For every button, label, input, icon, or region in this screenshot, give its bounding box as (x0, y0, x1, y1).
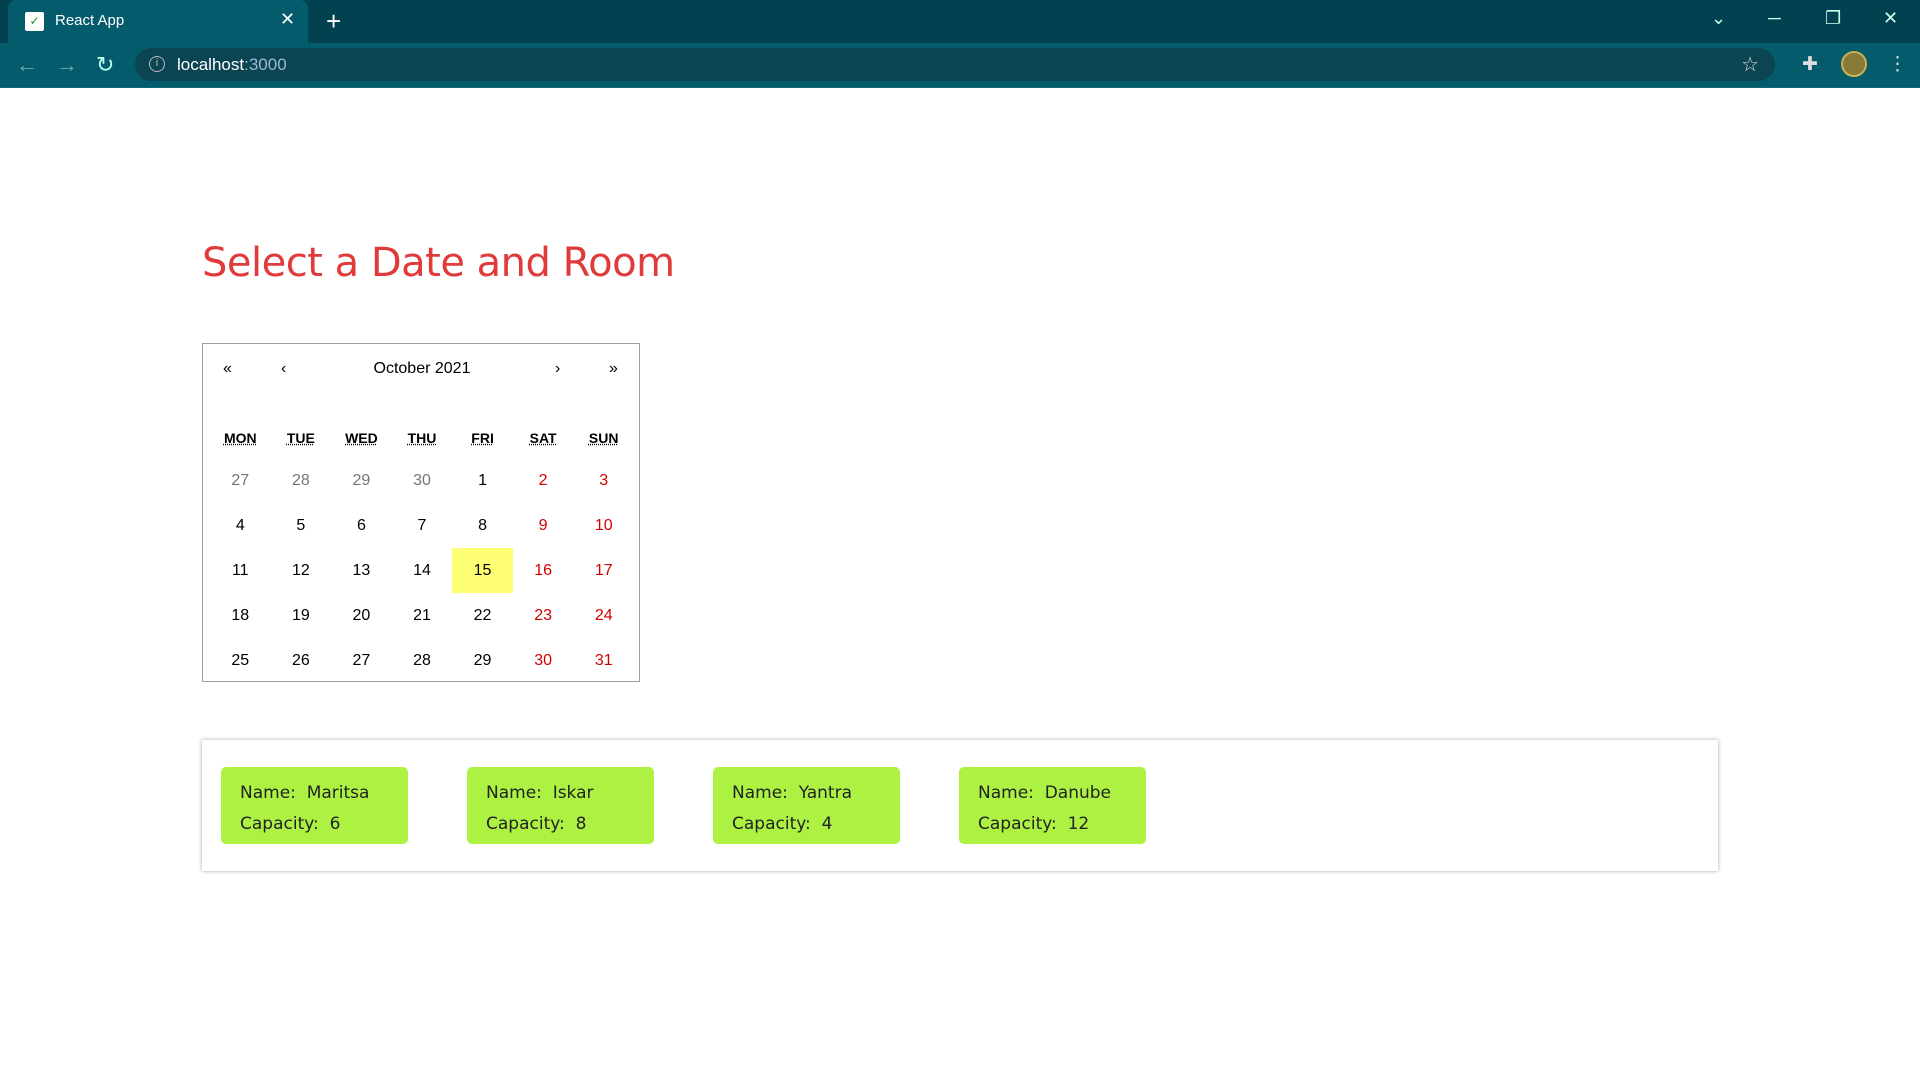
weekday-header: THU (392, 418, 453, 458)
extensions-puzzle-icon[interactable]: ✚ (1802, 53, 1818, 76)
day-tile[interactable]: 5 (271, 503, 332, 548)
room-capacity: Capacity: 6 (240, 814, 341, 834)
day-tile[interactable]: 27 (210, 458, 271, 503)
day-tile[interactable]: 18 (210, 593, 271, 638)
next-month-button[interactable]: › (555, 360, 560, 378)
back-icon[interactable]: ← (16, 52, 38, 78)
day-tile[interactable]: 29 (331, 458, 392, 503)
new-tab-icon[interactable]: + (326, 6, 341, 37)
day-tile[interactable]: 25 (210, 638, 271, 683)
weekday-header: SAT (513, 418, 574, 458)
day-tile[interactable]: 16 (513, 548, 574, 593)
forward-icon[interactable]: → (56, 52, 78, 78)
day-tile[interactable]: 31 (573, 638, 634, 683)
day-tile[interactable]: 24 (573, 593, 634, 638)
tab-strip: ✓ React App ✕ + ⌄ ─ ❐ ✕ (0, 0, 1920, 43)
day-tile[interactable]: 12 (271, 548, 332, 593)
restore-icon[interactable]: ❐ (1825, 8, 1841, 29)
day-tile[interactable]: 6 (331, 503, 392, 548)
day-tile[interactable]: 22 (452, 593, 513, 638)
profile-avatar[interactable] (1841, 51, 1867, 77)
room-card[interactable]: Name: Yantra Capacity: 4 (713, 767, 900, 844)
weekday-label: SUN (588, 430, 619, 446)
day-tile[interactable]: 26 (271, 638, 332, 683)
weekday-label: WED (345, 430, 378, 446)
day-tile[interactable]: 14 (392, 548, 453, 593)
calendar-grid: MON TUE WED THU FRI SAT SUN 27 28 29 30 1 2 3 4 5 6 7 8 9 10… (210, 418, 634, 683)
calendar: « ‹ October 2021 › » MON TUE WED THU FRI SAT S… (202, 343, 640, 682)
tab-search-chevron-icon[interactable]: ⌄ (1711, 8, 1726, 29)
room-card[interactable]: Name: Danube Capacity: 12 (959, 767, 1146, 844)
address-bar[interactable]: i localhost:3000 ☆ (135, 48, 1775, 81)
day-tile[interactable]: 4 (210, 503, 271, 548)
room-name: Name: Iskar (486, 783, 594, 803)
reload-icon[interactable]: ↻ (96, 52, 114, 78)
day-tile[interactable]: 28 (392, 638, 453, 683)
day-tile[interactable]: 10 (573, 503, 634, 548)
room-card[interactable]: Name: Iskar Capacity: 8 (467, 767, 654, 844)
info-icon[interactable]: i (149, 56, 165, 72)
weekday-label: MON (223, 430, 257, 446)
day-tile[interactable]: 7 (392, 503, 453, 548)
browser-tab[interactable]: ✓ React App ✕ (8, 0, 308, 43)
day-tile[interactable]: 27 (331, 638, 392, 683)
close-window-icon[interactable]: ✕ (1883, 8, 1898, 29)
day-tile[interactable]: 21 (392, 593, 453, 638)
weekday-label: FRI (471, 430, 494, 446)
weekday-label: THU (407, 430, 437, 446)
weekday-label: SAT (529, 430, 557, 446)
page-title: Select a Date and Room (202, 240, 675, 286)
day-tile[interactable]: 15 (452, 548, 513, 593)
day-tile[interactable]: 28 (271, 458, 332, 503)
room-capacity: Capacity: 4 (732, 814, 833, 834)
room-capacity: Capacity: 8 (486, 814, 587, 834)
month-label-button[interactable]: October 2021 (203, 360, 641, 378)
tab-title: React App (55, 12, 125, 29)
weekday-header: SUN (573, 418, 634, 458)
room-name: Name: Maritsa (240, 783, 370, 803)
day-tile[interactable]: 30 (392, 458, 453, 503)
day-tile[interactable]: 9 (513, 503, 574, 548)
room-capacity: Capacity: 12 (978, 814, 1090, 834)
weekday-header: WED (331, 418, 392, 458)
day-tile[interactable]: 3 (573, 458, 634, 503)
rooms-panel: Name: Maritsa Capacity: 6 Name: Iskar Capac… (202, 740, 1718, 871)
close-tab-icon[interactable]: ✕ (280, 9, 295, 30)
weekday-header: TUE (271, 418, 332, 458)
room-name: Name: Yantra (732, 783, 852, 803)
day-tile[interactable]: 8 (452, 503, 513, 548)
room-card[interactable]: Name: Maritsa Capacity: 6 (221, 767, 408, 844)
calendar-favicon-icon: ✓ (25, 12, 44, 31)
minimize-icon[interactable]: ─ (1768, 8, 1781, 29)
day-tile[interactable]: 30 (513, 638, 574, 683)
room-name: Name: Danube (978, 783, 1111, 803)
weekday-header: MON (210, 418, 271, 458)
url-text[interactable]: localhost:3000 (177, 55, 287, 75)
day-tile[interactable]: 11 (210, 548, 271, 593)
browser-toolbar: ← → ↻ i localhost:3000 ☆ ✚ ⋮ (0, 43, 1920, 88)
day-tile[interactable]: 19 (271, 593, 332, 638)
day-tile[interactable]: 2 (513, 458, 574, 503)
day-tile[interactable]: 20 (331, 593, 392, 638)
weekday-header: FRI (452, 418, 513, 458)
menu-kebab-icon[interactable]: ⋮ (1888, 53, 1907, 76)
weekday-label: TUE (286, 430, 315, 446)
day-tile[interactable]: 1 (452, 458, 513, 503)
day-tile[interactable]: 29 (452, 638, 513, 683)
day-tile[interactable]: 23 (513, 593, 574, 638)
day-tile[interactable]: 13 (331, 548, 392, 593)
next-year-button[interactable]: » (609, 360, 618, 378)
bookmark-star-icon[interactable]: ☆ (1741, 52, 1759, 77)
day-tile[interactable]: 17 (573, 548, 634, 593)
